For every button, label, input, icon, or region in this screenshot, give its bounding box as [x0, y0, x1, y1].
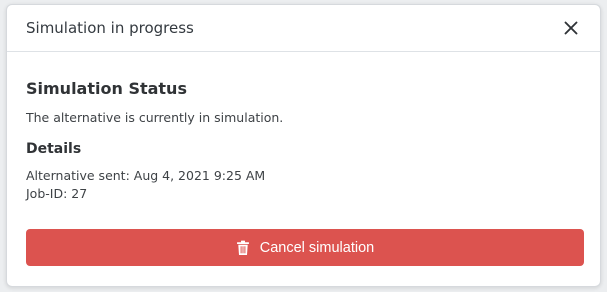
close-button[interactable] — [560, 17, 582, 39]
details-heading: Details — [26, 141, 82, 157]
job-id-text: Job-ID: 27 — [26, 186, 88, 201]
status-message: The alternative is currently in simulati… — [26, 110, 284, 125]
modal-title: Simulation in progress — [26, 19, 194, 37]
alternative-sent-text: Alternative sent: Aug 4, 2021 9:25 AM — [26, 168, 266, 183]
modal-header: Simulation in progress — [7, 5, 600, 52]
modal-body: Simulation Status The alternative is cur… — [7, 79, 600, 266]
simulation-modal: Simulation in progress Simulation Status… — [6, 4, 601, 287]
cancel-simulation-button[interactable]: Cancel simulation — [26, 229, 584, 266]
close-icon — [564, 21, 578, 35]
cancel-simulation-label: Cancel simulation — [259, 239, 375, 256]
status-heading: Simulation Status — [26, 79, 187, 98]
trash-icon — [236, 240, 250, 256]
